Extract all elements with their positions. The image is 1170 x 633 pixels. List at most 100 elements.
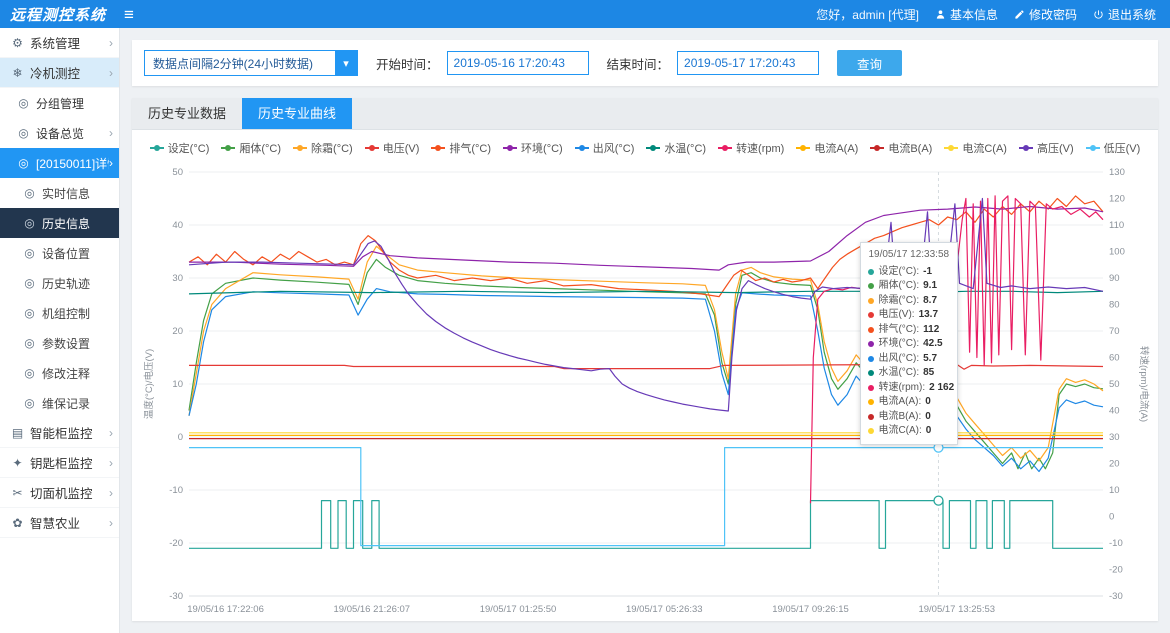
tooltip-series-dot [868, 356, 874, 362]
tooltip-series-dot [868, 341, 874, 347]
start-time-input[interactable] [447, 51, 589, 75]
chevron-right-icon: › [109, 426, 113, 440]
legend-marker-icon [870, 147, 884, 149]
legend-item[interactable]: 低压(V) [1086, 140, 1141, 156]
sidebar-item[interactable]: ✦钥匙柜监控› [0, 448, 119, 478]
svg-text:转速(rpm)/电流(A): 转速(rpm)/电流(A) [1138, 346, 1150, 422]
tooltip-label: 电流C(A): [878, 424, 921, 439]
svg-text:0: 0 [178, 432, 183, 443]
tab-bar: 历史专业数据 历史专业曲线 [132, 98, 1158, 130]
header-link[interactable]: 退出系统 [1093, 6, 1156, 23]
legend-marker-icon [575, 147, 589, 149]
svg-text:温度(°C)/电压(V): 温度(°C)/电压(V) [143, 349, 155, 419]
interval-select[interactable]: 数据点间隔2分钟(24小时数据) ▾ [144, 50, 358, 76]
sidebar-item[interactable]: ◎历史轨迹 [0, 268, 119, 298]
end-time-input[interactable] [677, 51, 819, 75]
legend-label: 环境(°C) [521, 140, 563, 156]
tooltip-value: 5.7 [923, 352, 937, 367]
sidebar-item-label: [20150011]详情 [36, 155, 109, 172]
legend-marker-icon [503, 147, 517, 149]
header-link[interactable]: 基本信息 [935, 6, 998, 23]
legend-marker-icon [221, 147, 235, 149]
legend-marker-icon [796, 147, 810, 149]
svg-text:10: 10 [172, 379, 183, 390]
sidebar-item[interactable]: ✿智慧农业› [0, 508, 119, 538]
chevron-right-icon: › [109, 516, 113, 530]
history-curve-chart[interactable]: 50403020100-10-20-3013012011010090807060… [139, 158, 1151, 628]
legend-item[interactable]: 转速(rpm) [718, 140, 784, 156]
sidebar-item[interactable]: ▤智能柜监控› [0, 418, 119, 448]
chart-tooltip: 19/05/17 12:33:58设定(°C): -1厢体(°C): 9.1除霜… [860, 242, 958, 445]
header-link[interactable]: 修改密码 [1014, 6, 1077, 23]
legend-item[interactable]: 排气(°C) [431, 140, 491, 156]
legend-item[interactable]: 电流A(A) [796, 140, 858, 156]
sidebar-item[interactable]: ◎机组控制 [0, 298, 119, 328]
tooltip-row: 转速(rpm): 2 162 [868, 381, 950, 396]
legend-label: 电流C(A) [962, 140, 1007, 156]
sidebar-item-label: 设备总览 [36, 125, 84, 142]
legend-item[interactable]: 电流C(A) [944, 140, 1007, 156]
tooltip-value: 0 [925, 410, 931, 425]
sidebar-item-label: 历史信息 [42, 215, 90, 232]
chart-area[interactable]: 设定(°C) 厢体(°C) 除霜(°C) 电压(V) 排气(°C) 环境(°C) 出风(°C… [132, 130, 1158, 632]
sidebar-item[interactable]: ◎实时信息 [0, 178, 119, 208]
legend-item[interactable]: 电流B(A) [870, 140, 932, 156]
tab-history-data[interactable]: 历史专业数据 [132, 98, 242, 129]
sidebar-item[interactable]: ◎分组管理 [0, 88, 119, 118]
legend-item[interactable]: 设定(°C) [150, 140, 210, 156]
tooltip-value: 85 [923, 366, 934, 381]
sidebar-item[interactable]: ◎历史信息 [0, 208, 119, 238]
svg-text:-30: -30 [169, 591, 183, 602]
sidebar-item[interactable]: ✂切面机监控› [0, 478, 119, 508]
svg-text:80: 80 [1109, 300, 1120, 311]
sidebar-item-label: 机组控制 [42, 305, 90, 322]
legend-item[interactable]: 环境(°C) [503, 140, 563, 156]
legend-item[interactable]: 厢体(°C) [221, 140, 281, 156]
tooltip-label: 设定(°C): [878, 265, 919, 280]
menu-toggle-icon[interactable]: ≡ [124, 6, 134, 23]
legend-label: 高压(V) [1037, 140, 1074, 156]
tooltip-row: 除霜(°C): 8.7 [868, 294, 950, 309]
tooltip-value: 42.5 [923, 337, 942, 352]
tooltip-row: 电流C(A): 0 [868, 424, 950, 439]
header-link-label: 基本信息 [950, 6, 998, 23]
legend-label: 厢体(°C) [239, 140, 281, 156]
sidebar-item-label: 修改注释 [42, 365, 90, 382]
start-time-label: 开始时间： [376, 54, 439, 73]
sidebar-item[interactable]: ❄冷机测控› [0, 58, 119, 88]
legend-marker-icon [365, 147, 379, 149]
svg-text:90: 90 [1109, 273, 1120, 284]
sidebar-item[interactable]: ◎设备位置 [0, 238, 119, 268]
svg-text:-20: -20 [1109, 565, 1123, 576]
sidebar-item[interactable]: ◎参数设置 [0, 328, 119, 358]
svg-text:120: 120 [1109, 194, 1125, 205]
tooltip-value: 0 [925, 395, 931, 410]
svg-text:19/05/16 17:22:06: 19/05/16 17:22:06 [187, 604, 264, 615]
chevron-right-icon: › [109, 126, 113, 140]
svg-text:10: 10 [1109, 485, 1120, 496]
svg-text:70: 70 [1109, 326, 1120, 337]
chevron-right-icon: › [109, 456, 113, 470]
legend-item[interactable]: 出风(°C) [575, 140, 635, 156]
tooltip-value: 13.7 [919, 308, 938, 323]
svg-text:20: 20 [1109, 459, 1120, 470]
sidebar-item[interactable]: ◎[20150011]详情› [0, 148, 119, 178]
query-button[interactable]: 查询 [837, 50, 902, 76]
tooltip-row: 电流B(A): 0 [868, 410, 950, 425]
sidebar-item[interactable]: ◎维保记录 [0, 388, 119, 418]
svg-text:19/05/17 13:25:53: 19/05/17 13:25:53 [918, 604, 995, 615]
legend-item[interactable]: 水温(°C) [646, 140, 706, 156]
tab-history-curve[interactable]: 历史专业曲线 [242, 98, 352, 129]
sidebar-item[interactable]: ◎修改注释 [0, 358, 119, 388]
legend-item[interactable]: 电压(V) [365, 140, 420, 156]
legend-marker-icon [293, 147, 307, 149]
svg-text:130: 130 [1109, 167, 1125, 178]
sidebar-item[interactable]: ⚙系统管理› [0, 28, 119, 58]
sidebar-item[interactable]: ◎设备总览› [0, 118, 119, 148]
sidebar-item-label: 参数设置 [42, 335, 90, 352]
legend-item[interactable]: 高压(V) [1019, 140, 1074, 156]
tooltip-series-dot [868, 298, 874, 304]
svg-text:40: 40 [1109, 406, 1120, 417]
history-panel: 历史专业数据 历史专业曲线 设定(°C) 厢体(°C) 除霜(°C) 电压(V) 排气(… [132, 98, 1158, 621]
legend-item[interactable]: 除霜(°C) [293, 140, 353, 156]
